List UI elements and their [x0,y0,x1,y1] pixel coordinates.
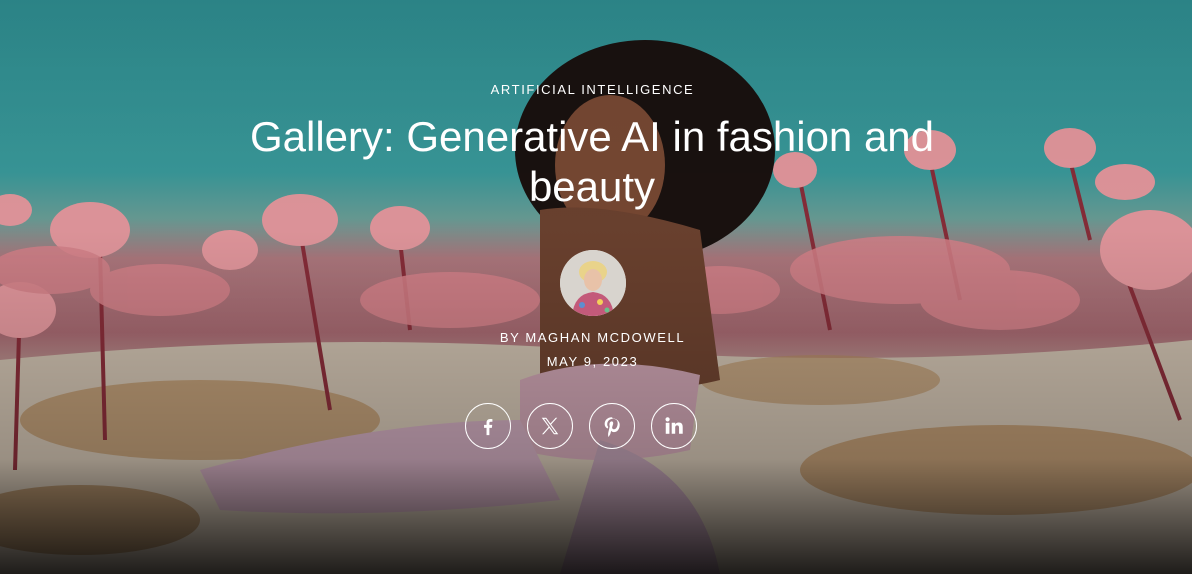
x-icon [541,417,559,435]
article-category[interactable]: ARTIFICIAL INTELLIGENCE [0,82,1185,97]
share-facebook-button[interactable] [465,403,511,449]
author-avatar-image [560,250,626,316]
share-x-button[interactable] [527,403,573,449]
share-pinterest-button[interactable] [589,403,635,449]
linkedin-icon [665,417,683,434]
share-bar [465,403,697,449]
pinterest-icon [604,417,620,437]
author-avatar[interactable] [560,250,626,316]
article-hero: ARTIFICIAL INTELLIGENCE Gallery: Generat… [0,0,1192,574]
author-byline[interactable]: BY MAGHAN MCDOWELL [0,330,1185,345]
publish-date: MAY 9, 2023 [546,354,639,369]
share-linkedin-button[interactable] [651,403,697,449]
article-title: Gallery: Generative AI in fashion and be… [249,113,935,210]
facebook-icon [484,419,493,436]
